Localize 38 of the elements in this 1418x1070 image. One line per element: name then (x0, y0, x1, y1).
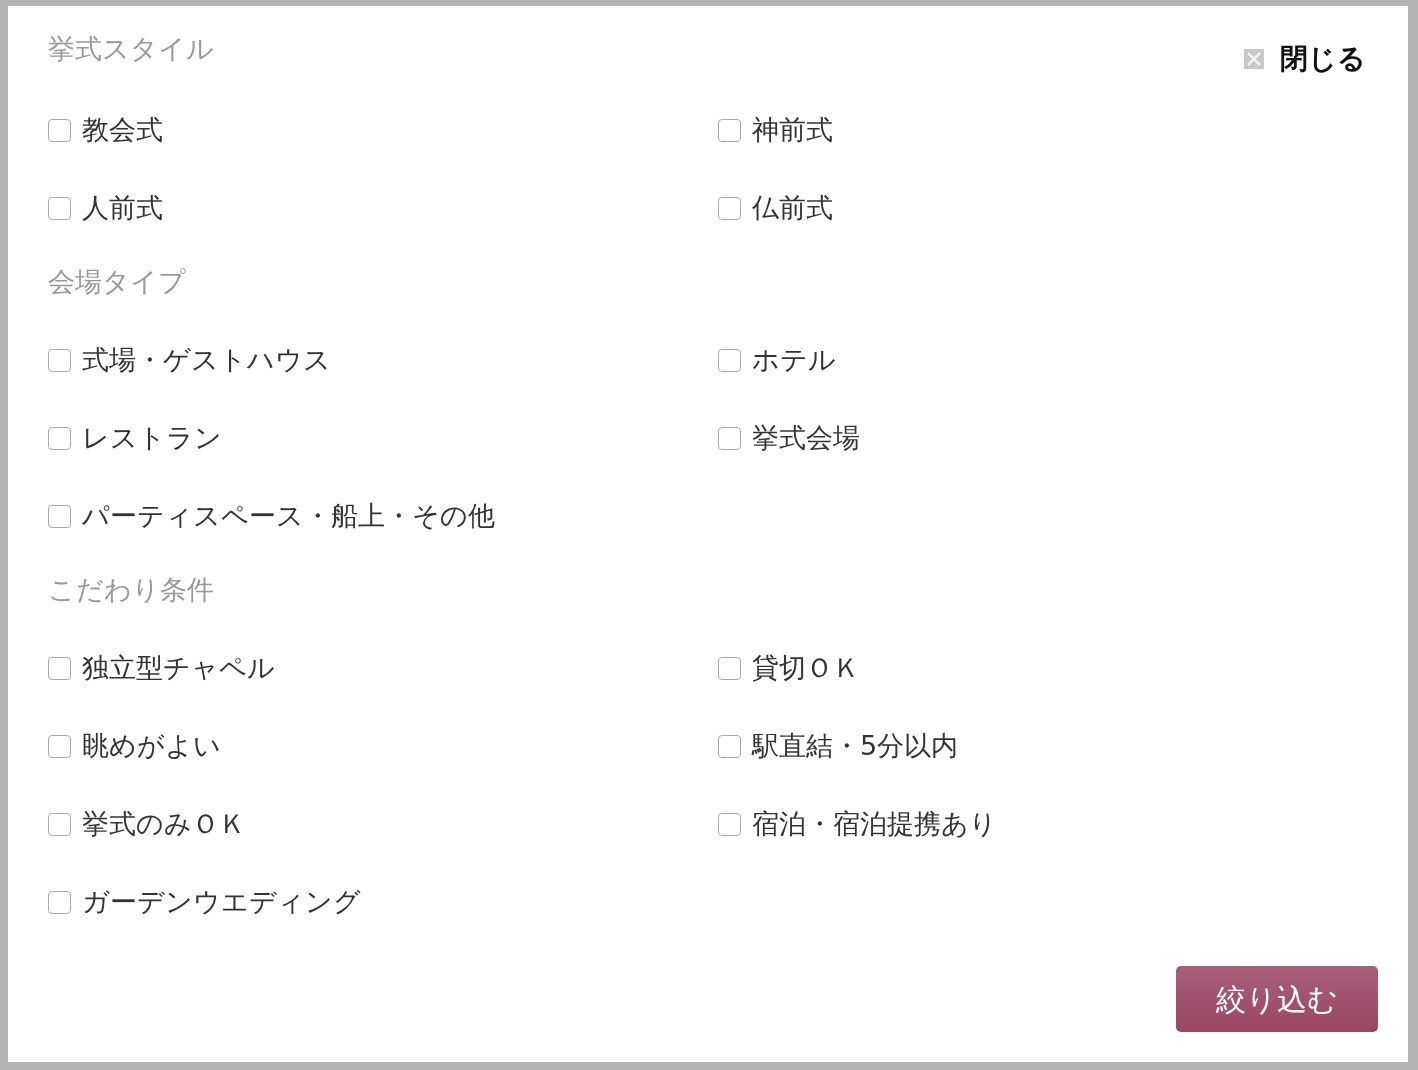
checkbox[interactable] (48, 812, 71, 836)
checkbox[interactable] (48, 196, 71, 220)
checkbox-label[interactable]: 独立型チャペル (82, 650, 275, 686)
checkbox[interactable] (718, 426, 741, 450)
checkbox[interactable] (718, 196, 741, 220)
section-heading: 会場タイプ (48, 267, 186, 297)
checkbox-label[interactable]: ガーデンウエディング (82, 884, 361, 920)
section-heading: 挙式スタイル (48, 34, 214, 64)
section-heading: こだわり条件 (48, 575, 214, 605)
close-icon (1244, 49, 1264, 69)
checkbox-label[interactable]: 宿泊・宿泊提携あり (752, 806, 997, 842)
checkbox-label[interactable]: 駅直結・5分以内 (752, 728, 959, 764)
checkbox-label[interactable]: 貸切ＯＫ (752, 650, 860, 686)
checkbox[interactable] (48, 890, 71, 914)
checkbox[interactable] (718, 118, 741, 142)
filter-button[interactable]: 絞り込む (1176, 966, 1378, 1032)
checkbox-label[interactable]: ホテル (752, 342, 836, 378)
checkbox-label[interactable]: 人前式 (82, 190, 163, 226)
checkbox-label[interactable]: 仏前式 (752, 190, 833, 226)
checkbox[interactable] (48, 504, 71, 528)
checkbox[interactable] (48, 426, 71, 450)
checkbox-label[interactable]: 挙式のみＯＫ (82, 806, 246, 842)
checkbox[interactable] (718, 656, 741, 680)
close-button[interactable]: 閉じる (1244, 38, 1366, 80)
checkbox-label[interactable]: パーティスペース・船上・その他 (82, 498, 495, 534)
checkbox[interactable] (48, 734, 71, 758)
checkbox[interactable] (48, 656, 71, 680)
checkbox-label[interactable]: 神前式 (752, 112, 833, 148)
checkbox-label[interactable]: レストラン (82, 420, 222, 456)
checkbox[interactable] (48, 348, 71, 372)
checkbox-label[interactable]: 式場・ゲストハウス (82, 342, 331, 378)
checkbox[interactable] (718, 812, 741, 836)
checkbox[interactable] (48, 118, 71, 142)
checkbox[interactable] (718, 348, 741, 372)
checkbox-label[interactable]: 眺めがよい (82, 728, 221, 764)
checkbox-label[interactable]: 挙式会場 (752, 420, 860, 456)
checkbox-label[interactable]: 教会式 (82, 112, 163, 148)
checkbox[interactable] (718, 734, 741, 758)
